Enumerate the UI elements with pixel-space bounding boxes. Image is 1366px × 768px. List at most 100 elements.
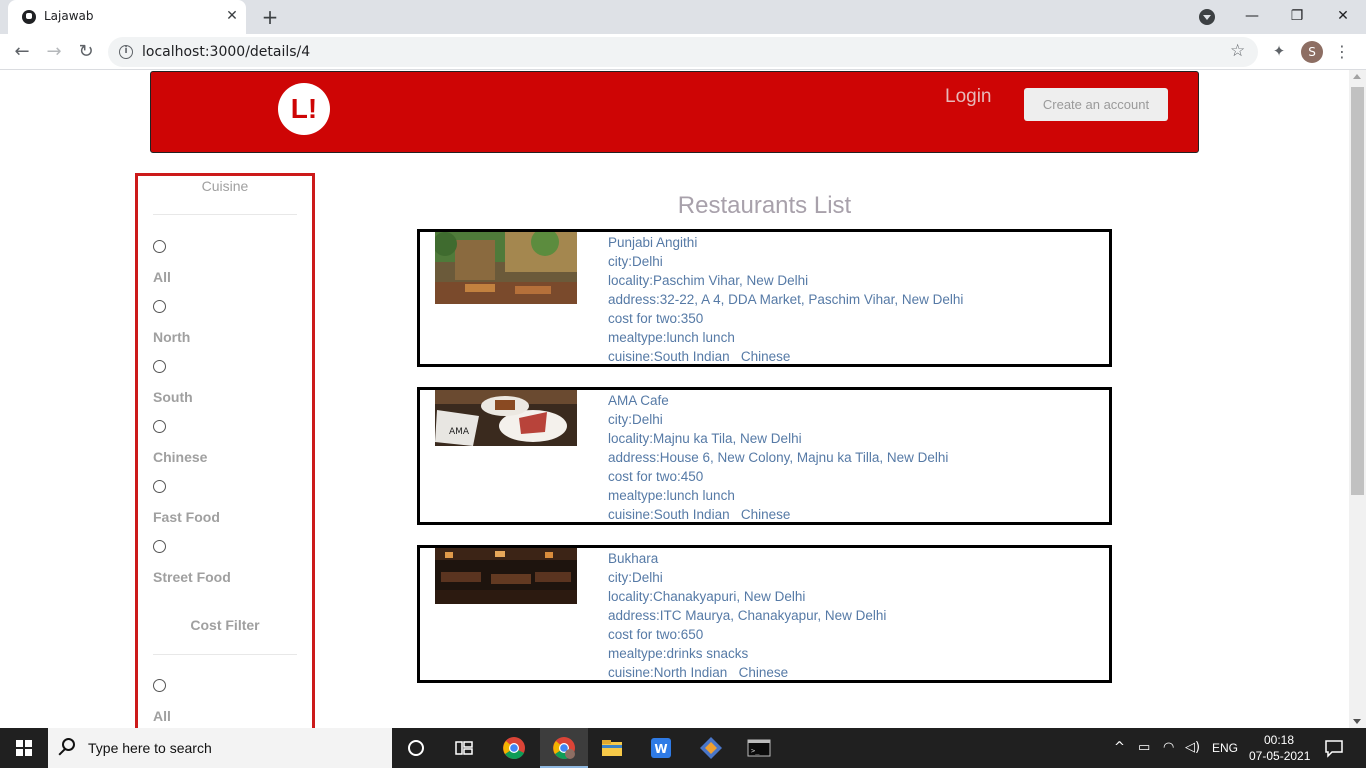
clock-time[interactable]: 00:18 (1264, 733, 1294, 747)
restaurant-locality: locality:Chanakyapuri, New Delhi (608, 589, 806, 604)
restaurant-name[interactable]: Punjabi Angithi (608, 233, 963, 252)
cuisine-label-fast-food: Fast Food (153, 509, 220, 525)
profile-avatar[interactable]: S (1301, 41, 1323, 63)
cortana-icon[interactable] (402, 734, 430, 762)
scroll-down-arrow-icon[interactable] (1353, 719, 1361, 724)
browser-toolbar: ← → ↻ i localhost:3000/details/4 ☆ ✦ S ⋮ (0, 34, 1366, 70)
minimize-button[interactable]: — (1238, 4, 1266, 28)
wps-office-icon[interactable]: W (647, 734, 675, 762)
scrollbar-thumb[interactable] (1351, 87, 1364, 495)
cuisine-radio-street-food[interactable] (153, 540, 166, 553)
taskbar-search-box[interactable]: Type here to search (48, 728, 392, 768)
url-text[interactable]: localhost:3000/details/4 (142, 44, 310, 60)
site-header: L! Login Create an account (150, 71, 1199, 153)
restaurant-mealtype: mealtype:drinks snacks (608, 646, 749, 661)
cost-label-all: All (153, 708, 171, 724)
git-app-icon[interactable] (697, 734, 725, 762)
chrome-profile-icon[interactable] (550, 734, 578, 762)
cuisine-radio-all[interactable] (153, 240, 166, 253)
restaurant-city: city:Delhi (608, 412, 663, 427)
tab-title: Lajawab (44, 9, 94, 23)
restaurant-image: AMA (435, 390, 577, 446)
divider (153, 654, 297, 655)
search-icon (62, 738, 75, 751)
address-bar[interactable]: i localhost:3000/details/4 ☆ (108, 37, 1258, 67)
maximize-button[interactable]: ❐ (1283, 4, 1311, 28)
filter-panel: Cuisine All North South Chinese Fast Foo… (135, 173, 315, 728)
restaurant-locality: locality:Paschim Vihar, New Delhi (608, 273, 809, 288)
restaurant-cuisine: cuisine:South Indian Chinese (608, 349, 791, 364)
cuisine-label-north: North (153, 329, 191, 345)
restaurant-info: Punjabi Angithi city:Delhi locality:Pasc… (608, 233, 963, 366)
svg-text:>_: >_ (751, 747, 760, 755)
restaurant-name[interactable]: AMA Cafe (608, 391, 948, 410)
restaurant-cost: cost for two:350 (608, 311, 704, 326)
cuisine-radio-north[interactable] (153, 300, 166, 313)
restaurant-address: address:ITC Maurya, Chanakyapur, New Del… (608, 608, 887, 623)
back-button[interactable]: ← (10, 40, 34, 64)
task-view-icon[interactable] (450, 734, 478, 762)
cost-filter-title: Cost Filter (190, 617, 260, 633)
site-favicon-icon (22, 10, 36, 24)
tab-search-icon[interactable] (1199, 9, 1215, 25)
restaurant-city: city:Delhi (608, 254, 663, 269)
volume-icon[interactable]: ◁) (1185, 740, 1200, 755)
restaurant-card[interactable]: AMA AMA Cafe city:Delhi locality:Majnu k… (417, 387, 1112, 525)
extensions-puzzle-icon[interactable]: ✦ (1270, 42, 1288, 60)
wifi-icon[interactable]: ◠ (1163, 740, 1174, 755)
cuisine-filter-title: Cuisine (201, 178, 249, 194)
close-window-button[interactable]: ✕ (1329, 4, 1357, 28)
restaurant-mealtype: mealtype:lunch lunch (608, 488, 735, 503)
create-account-button[interactable]: Create an account (1024, 88, 1168, 121)
taskbar-search-placeholder: Type here to search (88, 740, 212, 756)
restaurant-cost: cost for two:650 (608, 627, 704, 642)
cost-radio-all[interactable] (153, 679, 166, 692)
cuisine-radio-fast-food[interactable] (153, 480, 166, 493)
windows-taskbar: Type here to search W >_ ^ ▭ ◠ ◁) ENG 00… (0, 728, 1366, 768)
restaurant-name[interactable]: Bukhara (608, 549, 886, 568)
new-tab-button[interactable]: + (259, 6, 281, 28)
browser-tab[interactable]: Lajawab ✕ (8, 0, 246, 34)
notification-icon[interactable] (1320, 734, 1348, 762)
restaurant-city: city:Delhi (608, 570, 663, 585)
clock-date[interactable]: 07-05-2021 (1249, 749, 1310, 763)
scroll-up-arrow-icon[interactable] (1353, 74, 1361, 79)
site-logo[interactable]: L! (278, 83, 330, 135)
forward-button[interactable]: → (42, 40, 66, 64)
battery-icon[interactable]: ▭ (1138, 740, 1150, 755)
divider (153, 214, 297, 215)
cuisine-label-south: South (153, 389, 193, 405)
browser-menu-icon[interactable]: ⋮ (1334, 40, 1350, 64)
terminal-icon[interactable]: >_ (745, 734, 773, 762)
cuisine-radio-south[interactable] (153, 360, 166, 373)
bookmark-star-icon[interactable]: ☆ (1230, 41, 1245, 61)
svg-text:W: W (654, 742, 667, 756)
site-info-icon[interactable]: i (119, 45, 133, 59)
restaurant-mealtype: mealtype:lunch lunch (608, 330, 735, 345)
start-button[interactable] (0, 728, 48, 768)
page-title: Restaurants List (677, 192, 852, 219)
browser-tab-bar: Lajawab ✕ + — ❐ ✕ (0, 0, 1366, 34)
cuisine-label-street-food: Street Food (153, 569, 231, 585)
restaurant-card[interactable]: Bukhara city:Delhi locality:Chanakyapuri… (417, 545, 1112, 683)
tab-close-icon[interactable]: ✕ (224, 8, 240, 24)
reload-button[interactable]: ↻ (74, 40, 98, 64)
restaurant-address: address:House 6, New Colony, Majnu ka Ti… (608, 450, 949, 465)
restaurant-info: Bukhara city:Delhi locality:Chanakyapuri… (608, 549, 886, 682)
file-explorer-icon[interactable] (598, 734, 626, 762)
restaurant-cuisine: cuisine:North Indian Chinese (608, 665, 789, 680)
page-scrollbar[interactable] (1349, 70, 1366, 728)
cuisine-radio-chinese[interactable] (153, 420, 166, 433)
input-language[interactable]: ENG (1212, 741, 1238, 755)
restaurant-cuisine: cuisine:South Indian Chinese (608, 507, 791, 522)
svg-text:AMA: AMA (449, 427, 470, 437)
page-viewport: L! Login Create an account Cuisine All N… (0, 70, 1366, 728)
windows-logo-icon (16, 740, 32, 756)
cuisine-label-all: All (153, 269, 171, 285)
chrome-icon[interactable] (500, 734, 528, 762)
cuisine-label-chinese: Chinese (153, 449, 208, 465)
login-link[interactable]: Login (945, 86, 992, 108)
restaurant-cost: cost for two:450 (608, 469, 704, 484)
show-hidden-icons-icon[interactable]: ^ (1114, 740, 1125, 755)
restaurant-card[interactable]: Punjabi Angithi city:Delhi locality:Pasc… (417, 229, 1112, 367)
